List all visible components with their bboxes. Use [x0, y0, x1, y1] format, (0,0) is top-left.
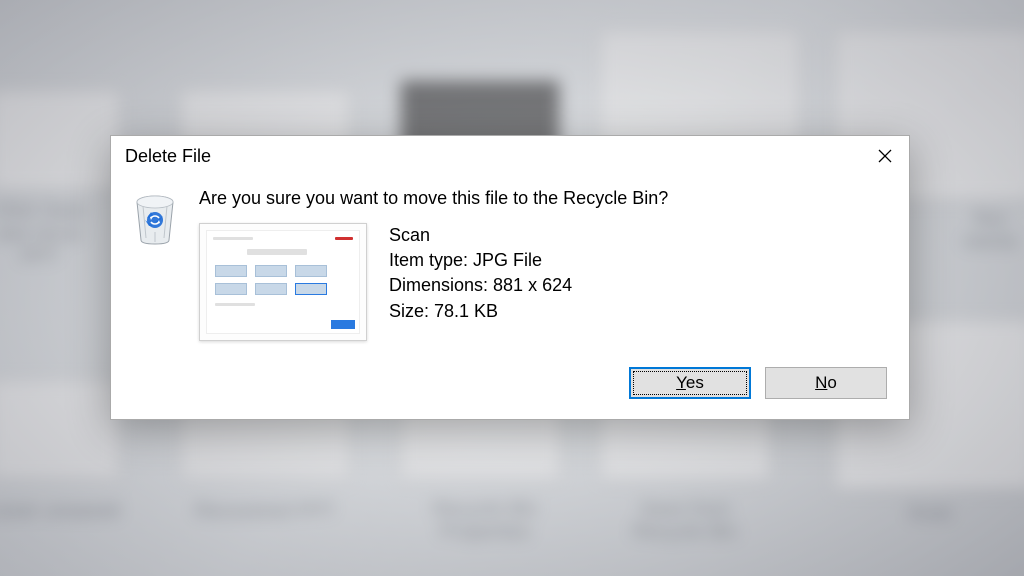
- bg-caption: Scan: [870, 502, 990, 525]
- bg-thumb: [0, 90, 120, 190]
- file-name: Scan: [389, 223, 572, 248]
- dialog-titlebar: Delete File: [111, 136, 909, 174]
- yes-button[interactable]: Yes: [629, 367, 751, 399]
- bg-thumb: [0, 380, 120, 480]
- no-label-rest: o: [827, 373, 836, 392]
- file-size: Size: 78.1 KB: [389, 299, 572, 324]
- delete-file-dialog: Delete File Are y: [110, 135, 910, 420]
- body-column: Are you sure you want to move this file …: [199, 188, 889, 341]
- file-info-row: Scan Item type: JPG File Dimensions: 881…: [199, 223, 889, 341]
- file-type: Item type: JPG File: [389, 248, 572, 273]
- file-metadata: Scan Item type: JPG File Dimensions: 881…: [389, 223, 572, 324]
- close-icon: [878, 149, 892, 163]
- yes-label-rest: es: [686, 373, 704, 392]
- dialog-content: Are you sure you want to move this file …: [111, 174, 909, 351]
- bg-caption: Recycle Bin Properties: [400, 498, 570, 544]
- bg-caption: fice ments: [940, 208, 1024, 254]
- bg-caption: Recovered PPT: [180, 500, 350, 523]
- no-button[interactable]: No: [765, 367, 887, 399]
- icon-column: [131, 188, 179, 341]
- confirmation-question: Are you sure you want to move this file …: [199, 188, 889, 209]
- bg-caption: cover unsaved: [0, 500, 140, 523]
- recycle-bin-icon: [131, 192, 179, 246]
- file-dimensions: Dimensions: 881 x 624: [389, 273, 572, 298]
- close-button[interactable]: [873, 144, 897, 168]
- bg-caption: Save from Recycle Bin: [600, 498, 770, 544]
- file-thumbnail-content: [206, 230, 360, 334]
- file-thumbnail: [199, 223, 367, 341]
- dialog-buttons: Yes No: [111, 351, 909, 419]
- bg-caption: Click Save ave recov PPT: [0, 200, 100, 269]
- dialog-title: Delete File: [125, 146, 211, 167]
